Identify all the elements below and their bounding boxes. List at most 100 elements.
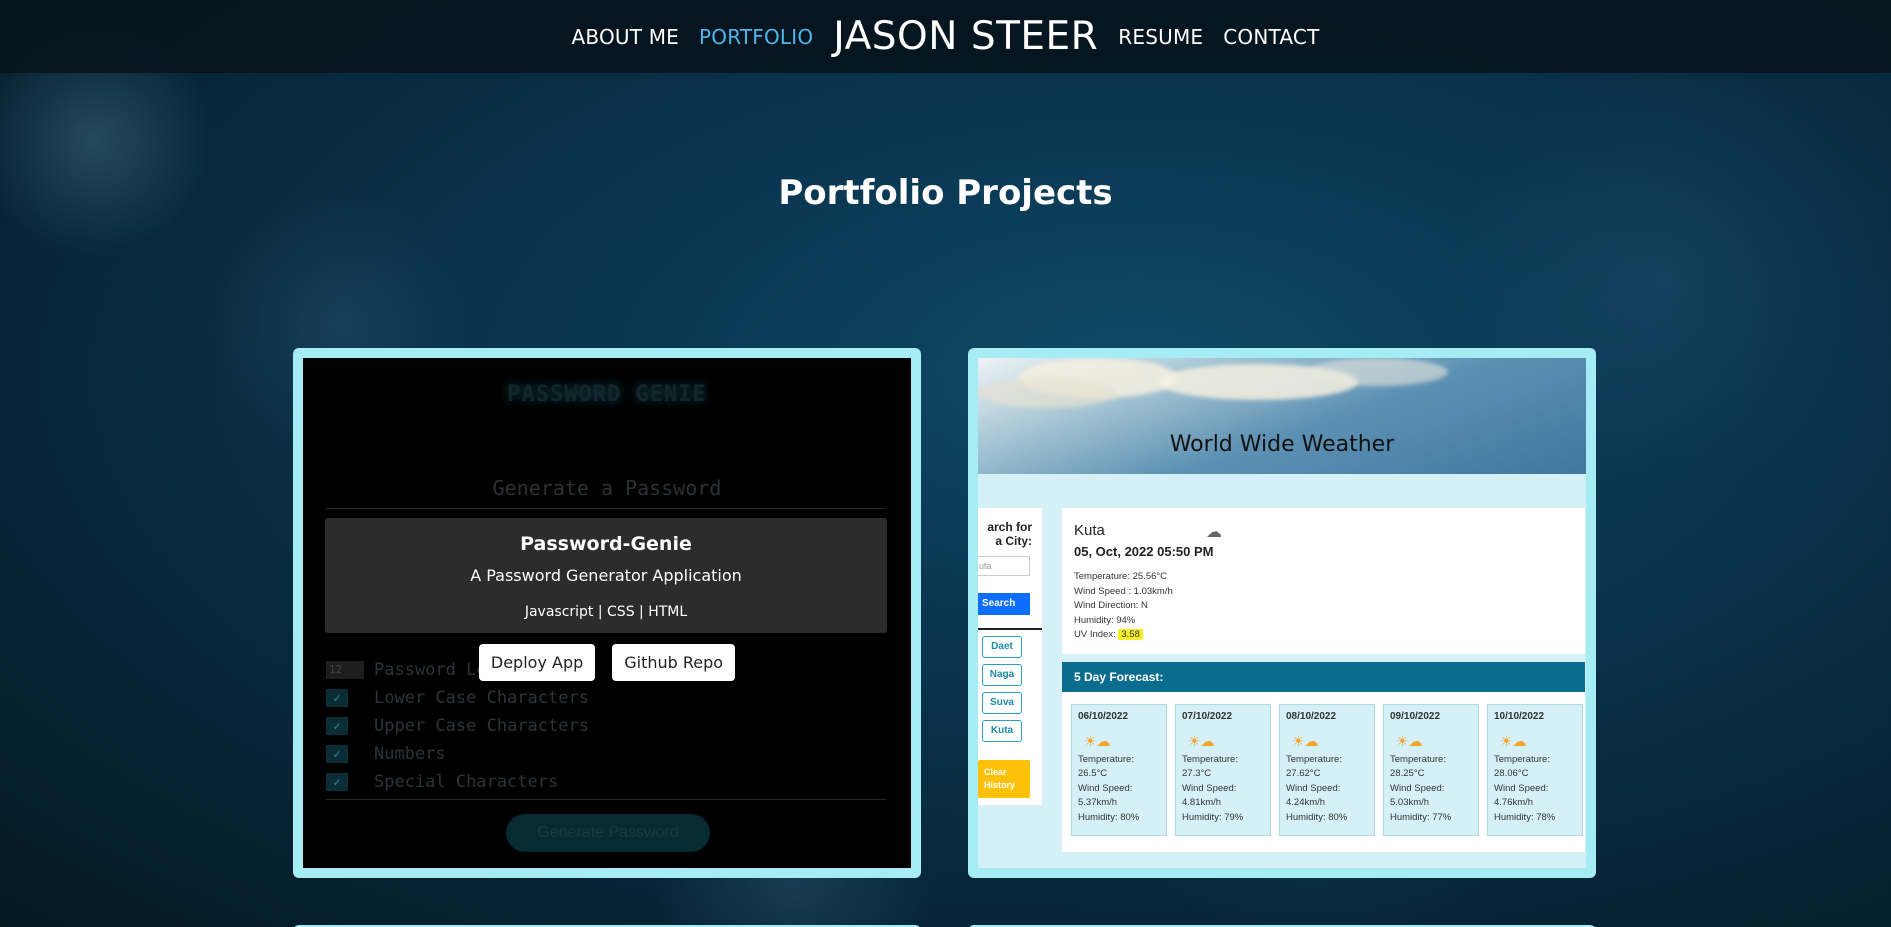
github-repo-button[interactable]: Github Repo [612, 644, 736, 681]
forecast-humidity: Humidity: 79% [1182, 811, 1244, 823]
option-uppercase: ✓ Upper Case Characters [326, 712, 589, 740]
history-city: Daet [982, 636, 1022, 658]
forecast-wind: 5.03km/h [1390, 797, 1430, 808]
project-screenshot: World Wide Weather arch for a City: uta … [978, 358, 1586, 868]
background-texture [0, 0, 1891, 927]
forecast-humidity: Humidity: 80% [1286, 811, 1348, 823]
city-input: uta [978, 556, 1030, 576]
forecast-temp: 27.3°C [1182, 768, 1212, 779]
option-label: Numbers [374, 744, 446, 764]
project-info-overlay: Password-Genie A Password Generator Appl… [325, 518, 887, 633]
uv-value: 3.58 [1118, 629, 1143, 640]
temp-label: Temperature: [1182, 753, 1238, 765]
partly-cloudy-icon: ☀☁ [1500, 732, 1527, 749]
forecast-temp: 28.25°C [1390, 768, 1425, 779]
temp-label: Temperature: [1390, 753, 1446, 765]
forecast-date: 09/10/2022 [1390, 711, 1441, 722]
partly-cloudy-icon: ☀☁ [1396, 732, 1423, 749]
forecast-wind: 4.76km/h [1494, 797, 1534, 808]
temp-label: Temperature: [1078, 753, 1134, 765]
project-tech: Javascript | CSS | HTML [524, 604, 688, 620]
nav-portfolio[interactable]: PORTFOLIO [699, 25, 813, 49]
history-city: Kuta [982, 720, 1022, 742]
nav-resume[interactable]: RESUME [1118, 25, 1203, 49]
forecast-temp: 26.5°C [1078, 768, 1108, 779]
partly-cloudy-icon: ☀☁ [1084, 732, 1111, 749]
hero-sky-image: World Wide Weather [978, 358, 1586, 474]
page-title: Portfolio Projects [778, 173, 1113, 213]
wind-label: Wind Speed: [1182, 782, 1237, 794]
forecast-date: 10/10/2022 [1494, 711, 1545, 722]
option-label: Lower Case Characters [374, 688, 589, 708]
current-city: Kuta [1074, 522, 1105, 539]
wind-label: Wind Speed: [1286, 782, 1341, 794]
nav-about[interactable]: ABOUT ME [572, 25, 680, 49]
app-title: World Wide Weather [1169, 432, 1395, 457]
screenshot-title: PASSWORD GENIE [507, 382, 707, 407]
temp-label: Temperature: [1494, 753, 1550, 765]
project-screenshot: PASSWORD GENIE Generate a Password 12 Pa… [303, 358, 911, 868]
partly-cloudy-icon: ☀☁ [1188, 732, 1215, 749]
forecast-wind: 4.81km/h [1182, 797, 1222, 808]
wind-label: Wind Speed: [1078, 782, 1133, 794]
partly-cloudy-icon: ☀☁ [1292, 732, 1319, 749]
project-card-password-genie[interactable]: PASSWORD GENIE Generate a Password 12 Pa… [293, 348, 921, 878]
project-actions: Deploy App Github Repo [303, 644, 911, 681]
forecast-card: 10/10/2022 ☀☁ Temperature: 28.06°C Wind … [1487, 704, 1583, 836]
forecast-humidity: Humidity: 77% [1390, 811, 1452, 823]
forecast-temp: 28.06°C [1494, 768, 1529, 779]
forecast-card: 06/10/2022 ☀☁ Temperature: 26.5°C Wind S… [1071, 704, 1167, 836]
divider [326, 799, 886, 800]
option-numbers: ✓ Numbers [326, 740, 589, 768]
checkbox-icon: ✓ [326, 745, 348, 763]
current-humidity: Humidity: 94% [1074, 614, 1136, 626]
project-description: A Password Generator Application [470, 566, 742, 585]
forecast-date: 06/10/2022 [1078, 711, 1129, 722]
generate-password-button: Generate Password [506, 814, 710, 852]
forecast-card: 07/10/2022 ☀☁ Temperature: 27.3°C Wind S… [1175, 704, 1271, 836]
current-weather-panel: Kuta ☁ 05, Oct, 2022 05:50 PM Temperatur… [1062, 508, 1585, 654]
top-navbar: ABOUT ME PORTFOLIO JASON STEER RESUME CO… [0, 0, 1891, 73]
forecast-card: 09/10/2022 ☀☁ Temperature: 28.25°C Wind … [1383, 704, 1479, 836]
screenshot-subtitle: Generate a Password [492, 476, 722, 500]
forecast-header: 5 Day Forecast: [1062, 662, 1585, 692]
divider [978, 628, 1042, 630]
project-card-weather[interactable]: World Wide Weather arch for a City: uta … [968, 348, 1596, 878]
divider [326, 508, 886, 509]
forecast-date: 08/10/2022 [1286, 711, 1337, 722]
current-direction: Wind Direction: N [1074, 600, 1148, 611]
forecast-wind: 4.24km/h [1286, 797, 1326, 808]
wind-label: Wind Speed: [1494, 782, 1549, 794]
forecast-temp: 27.62°C [1286, 768, 1321, 779]
current-uv: UV Index: 3.58 [1074, 628, 1173, 643]
forecast-panel: 06/10/2022 ☀☁ Temperature: 26.5°C Wind S… [1062, 692, 1585, 852]
search-label: arch for a City: [987, 520, 1032, 548]
site-brand[interactable]: JASON STEER [833, 14, 1098, 59]
forecast-wind: 5.37km/h [1078, 797, 1118, 808]
clear-history-button: Clear History [978, 760, 1030, 798]
option-label: Upper Case Characters [374, 716, 589, 736]
forecast-date: 07/10/2022 [1182, 711, 1233, 722]
checkbox-icon: ✓ [326, 717, 348, 735]
option-label: Special Characters [374, 772, 559, 792]
option-lowercase: ✓ Lower Case Characters [326, 684, 589, 712]
history-city: Suva [982, 692, 1022, 714]
nav-contact[interactable]: CONTACT [1223, 25, 1319, 49]
option-special: ✓ Special Characters [326, 768, 589, 796]
current-temp: Temperature: 25.56°C [1074, 571, 1168, 582]
wind-label: Wind Speed: [1390, 782, 1445, 794]
deploy-app-button[interactable]: Deploy App [478, 644, 596, 681]
current-details: Temperature: 25.56°C Wind Speed : 1.03km… [1074, 570, 1173, 643]
history-city: Naga [982, 664, 1022, 686]
forecast-card: 08/10/2022 ☀☁ Temperature: 27.62°C Wind … [1279, 704, 1375, 836]
uv-label: UV Index: [1074, 629, 1116, 640]
forecast-humidity: Humidity: 80% [1078, 811, 1140, 823]
current-date: 05, Oct, 2022 05:50 PM [1074, 544, 1214, 559]
search-button: Search [978, 593, 1030, 615]
temp-label: Temperature: [1286, 753, 1342, 765]
checkbox-icon: ✓ [326, 773, 348, 791]
cloud-icon: ☁ [1206, 524, 1222, 541]
current-wind: Wind Speed : 1.03km/h [1074, 585, 1173, 597]
project-title: Password-Genie [520, 533, 692, 555]
forecast-humidity: Humidity: 78% [1494, 811, 1556, 823]
